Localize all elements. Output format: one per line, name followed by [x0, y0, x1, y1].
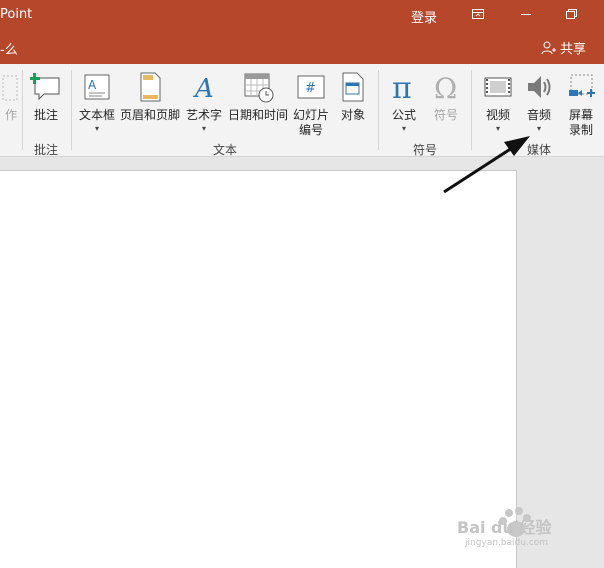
annotation-arrow — [443, 136, 530, 194]
watermark-url: jingyan.baidu.com — [465, 538, 549, 548]
watermark: Bai du 经验 jingyan.baidu.com — [455, 500, 604, 560]
watermark-brand: Bai du 经验 — [457, 518, 552, 537]
